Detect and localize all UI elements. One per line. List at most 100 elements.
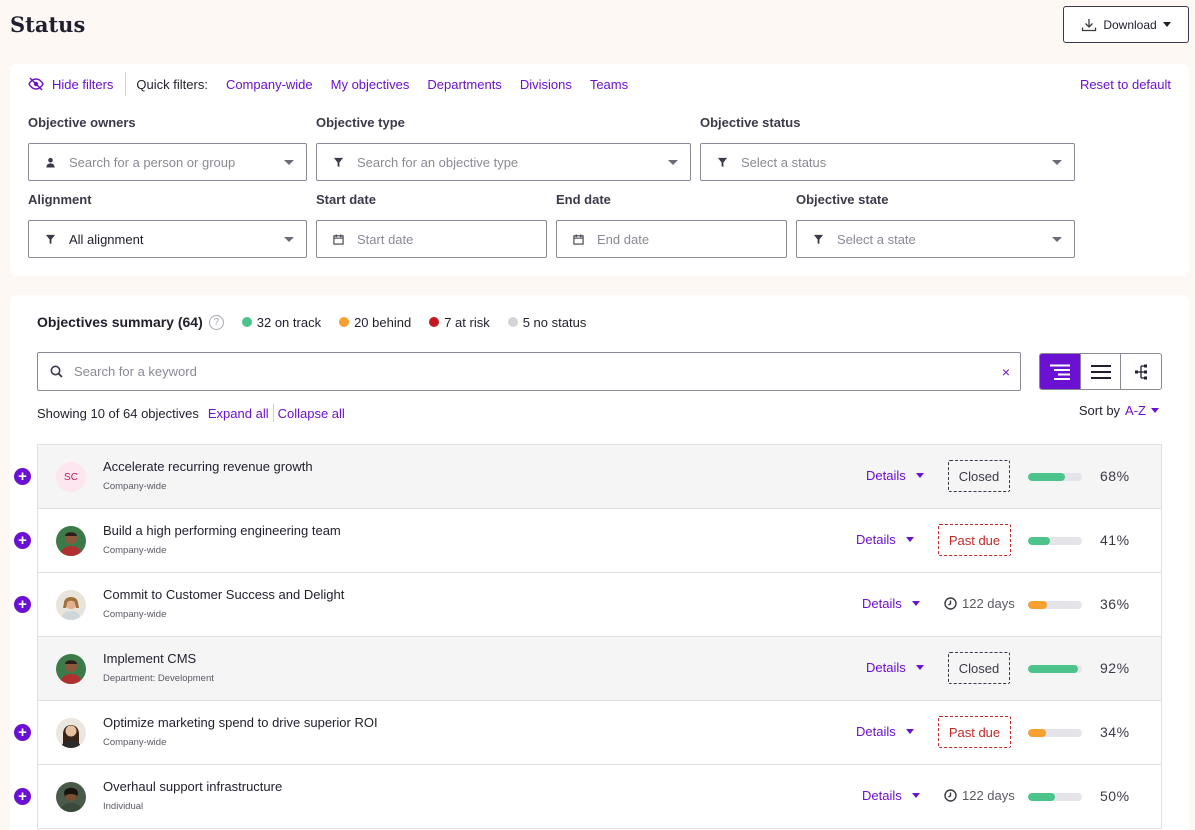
- status-badge: Past due: [938, 716, 1011, 748]
- details-dropdown[interactable]: Details: [862, 788, 920, 803]
- details-dropdown[interactable]: Details: [866, 468, 924, 483]
- objective-status-select[interactable]: Select a status: [700, 143, 1075, 181]
- objective-status-label: Objective status: [700, 115, 801, 130]
- help-icon[interactable]: ?: [208, 314, 224, 330]
- time-remaining: 122 days: [944, 788, 1015, 803]
- stat-on-track: 32 on track: [241, 314, 322, 330]
- objective-state-select[interactable]: Select a state: [796, 220, 1075, 258]
- progress-bar: [1028, 665, 1082, 673]
- expand-icon[interactable]: +: [14, 724, 31, 741]
- details-label: Details: [866, 468, 906, 483]
- objective-type-select[interactable]: Search for an objective type: [316, 143, 691, 181]
- objective-row[interactable]: + Build a high performing engineering te…: [14, 509, 1162, 573]
- expand-all-link[interactable]: Expand all: [208, 406, 269, 421]
- calendar-icon: [573, 233, 585, 245]
- details-dropdown[interactable]: Details: [856, 532, 914, 547]
- reset-to-default-link[interactable]: Reset to default: [1080, 77, 1171, 92]
- hierarchy-view-button[interactable]: [1121, 354, 1161, 389]
- objective-row[interactable]: + Optimize marketing spend to drive supe…: [14, 701, 1162, 765]
- progress-fill: [1028, 665, 1078, 673]
- alignment-select[interactable]: All alignment: [28, 220, 307, 258]
- keyword-search-input[interactable]: Search for a keyword ×: [37, 352, 1021, 391]
- objective-row[interactable]: + SC Accelerate recurring revenue growth…: [14, 445, 1162, 509]
- days-remaining: 122 days: [962, 596, 1015, 611]
- search-icon: [50, 365, 63, 378]
- clear-icon[interactable]: ×: [1002, 364, 1010, 380]
- alignment-label: Alignment: [28, 192, 92, 207]
- expand-icon[interactable]: +: [14, 532, 31, 549]
- quick-filter-divisions[interactable]: Divisions: [520, 77, 572, 92]
- summary-header: Objectives summary (64) ? 32 on track 20…: [37, 314, 604, 330]
- objective-title[interactable]: Implement CMS: [103, 651, 196, 666]
- stat-label: 32 on track: [256, 314, 322, 330]
- objective-title[interactable]: Commit to Customer Success and Delight: [103, 587, 344, 602]
- details-dropdown[interactable]: Details: [856, 724, 914, 739]
- eye-slash-icon: [28, 77, 44, 91]
- objective-owners-select[interactable]: Search for a person or group: [28, 143, 307, 181]
- objectives-list: + SC Accelerate recurring revenue growth…: [14, 444, 1162, 829]
- chevron-down-icon: [284, 160, 294, 165]
- chevron-down-icon: [284, 237, 294, 242]
- page-title: Status: [10, 12, 86, 37]
- avatar: [56, 782, 86, 812]
- chevron-down-icon: [1052, 237, 1062, 242]
- user-photo-icon: [56, 526, 86, 556]
- objective-title[interactable]: Accelerate recurring revenue growth: [103, 459, 313, 474]
- quick-filter-company-wide[interactable]: Company-wide: [226, 77, 313, 92]
- summary-title: Objectives summary (64): [37, 314, 203, 330]
- objective-row[interactable]: + Commit to Customer Success and Delight…: [14, 573, 1162, 637]
- download-icon: [1082, 18, 1097, 31]
- objective-state-label: Objective state: [796, 192, 889, 207]
- hierarchy-icon: [1135, 364, 1148, 379]
- objective-owners-label: Objective owners: [28, 115, 136, 130]
- objective-title[interactable]: Build a high performing engineering team: [103, 523, 341, 538]
- start-date-input[interactable]: Start date: [316, 220, 547, 258]
- hide-filters-button[interactable]: Hide filters: [28, 72, 127, 96]
- objective-scope: Company-wide: [103, 545, 167, 556]
- objective-row[interactable]: Implement CMS Department: Development De…: [37, 637, 1162, 701]
- stat-no-status: 5 no status: [507, 315, 586, 330]
- filter-icon: [717, 156, 729, 168]
- quick-filter-teams[interactable]: Teams: [590, 77, 628, 92]
- chevron-down-icon: [905, 729, 914, 734]
- expand-icon[interactable]: +: [14, 788, 31, 805]
- details-dropdown[interactable]: Details: [866, 660, 924, 675]
- sort-control[interactable]: Sort by A-Z: [1079, 403, 1159, 418]
- objective-type-placeholder: Search for an objective type: [357, 154, 519, 170]
- progress-fill: [1028, 537, 1051, 545]
- person-icon: [45, 156, 57, 168]
- quick-filter-departments[interactable]: Departments: [427, 77, 501, 92]
- chevron-down-icon: [911, 601, 920, 606]
- chevron-down-icon: [915, 473, 924, 478]
- expand-icon[interactable]: +: [14, 596, 31, 613]
- quick-filters-label: Quick filters:: [136, 76, 208, 92]
- quick-filter-my-objectives[interactable]: My objectives: [331, 77, 410, 92]
- chevron-down-icon: [668, 160, 678, 165]
- objective-title[interactable]: Overhaul support infrastructure: [103, 779, 282, 794]
- progress-percent: 92%: [1100, 660, 1130, 676]
- stat-label: 20 behind: [354, 314, 412, 330]
- chevron-down-icon: [1052, 160, 1062, 165]
- expand-icon[interactable]: +: [14, 468, 31, 485]
- objective-type-label: Objective type: [316, 115, 405, 130]
- end-date-placeholder: End date: [597, 231, 650, 247]
- status-dot: [429, 317, 440, 327]
- list-view-button[interactable]: [1081, 354, 1122, 389]
- start-date-label: Start date: [316, 192, 376, 207]
- objective-title[interactable]: Optimize marketing spend to drive superi…: [103, 715, 378, 730]
- objective-scope: Company-wide: [103, 609, 167, 620]
- end-date-input[interactable]: End date: [556, 220, 787, 258]
- stat-label: 7 at risk: [444, 314, 490, 330]
- start-date-placeholder: Start date: [357, 231, 414, 247]
- avatar: SC: [56, 462, 86, 492]
- details-label: Details: [856, 532, 896, 547]
- objective-row[interactable]: + Overhaul support infrastructure Indivi…: [14, 765, 1162, 829]
- collapse-all-link[interactable]: Collapse all: [278, 406, 345, 421]
- divider: [272, 404, 274, 422]
- download-button[interactable]: Download: [1063, 6, 1189, 43]
- alignment-value: All alignment: [69, 231, 144, 247]
- status-badge: Closed: [948, 652, 1010, 684]
- tree-view-button[interactable]: [1040, 354, 1081, 389]
- filter-icon: [333, 156, 345, 168]
- details-dropdown[interactable]: Details: [862, 596, 920, 611]
